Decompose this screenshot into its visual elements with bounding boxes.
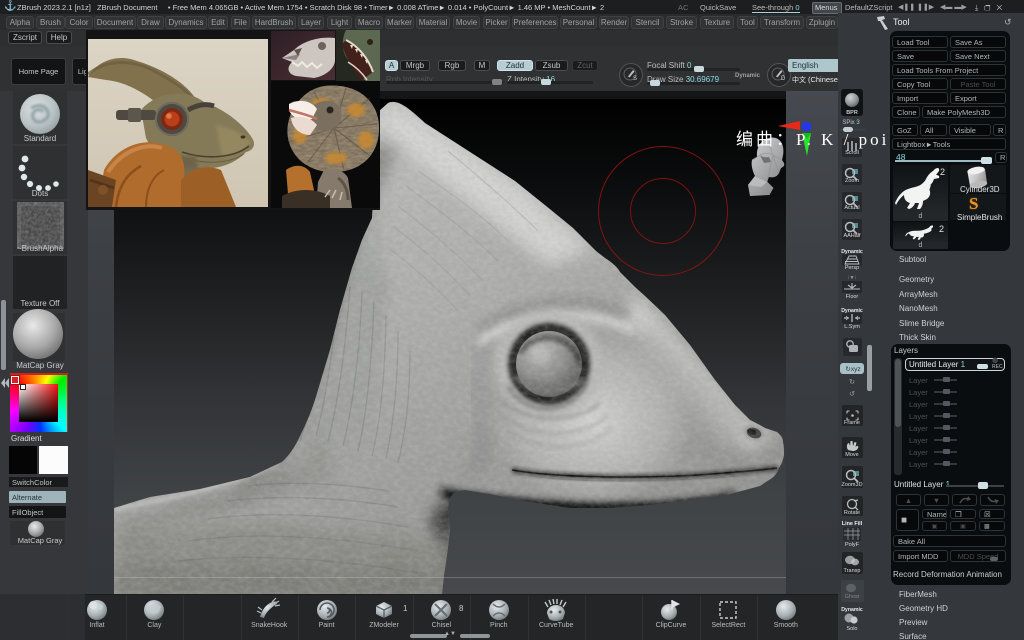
svg-text:Frame: Frame [844,420,860,426]
svg-text:Zoom: Zoom [845,178,859,184]
svg-text:BPR: BPR [846,110,858,116]
svg-text:MatCap Gray: MatCap Gray [16,361,64,370]
svg-text:Move: Move [845,452,858,458]
svg-text:Actual: Actual [844,205,859,211]
svg-text:Gradient: Gradient [11,434,42,443]
svg-text:PolyF: PolyF [845,542,860,548]
svg-text:⁝▼⁝: ⁝▼⁝ [848,275,857,281]
svg-text:Floor: Floor [846,294,859,300]
svg-text:Zoom3D: Zoom3D [841,482,862,488]
svg-text:L.Sym: L.Sym [844,324,860,330]
svg-text:↻: ↻ [849,379,855,386]
svg-text:↺: ↺ [849,391,855,398]
svg-text:Texture Off: Texture Off [21,299,61,308]
svg-text:Transp: Transp [844,568,861,574]
svg-text:Rotate: Rotate [844,510,860,516]
svg-text:AAHalf: AAHalf [843,233,861,239]
svg-text:~BrushAlpha: ~BrushAlpha [17,244,64,253]
svg-text:Ghost: Ghost [845,594,860,600]
svg-text:Solo: Solo [846,626,857,632]
svg-text:SwitchColor: SwitchColor [12,478,53,487]
svg-text:Persp: Persp [845,265,859,271]
svg-text:MatCap Gray: MatCap Gray [18,536,63,545]
svg-text:↻xyz: ↻xyz [845,366,860,373]
svg-text:Dots: Dots [32,189,48,198]
svg-text:Alternate: Alternate [12,493,42,502]
svg-text:Dynamic: Dynamic [841,607,863,613]
svg-text:FillObject: FillObject [12,508,44,517]
svg-text:Scroll: Scroll [845,150,859,156]
svg-text:Line Fill: Line Fill [842,521,863,527]
svg-text:Standard: Standard [24,134,56,143]
